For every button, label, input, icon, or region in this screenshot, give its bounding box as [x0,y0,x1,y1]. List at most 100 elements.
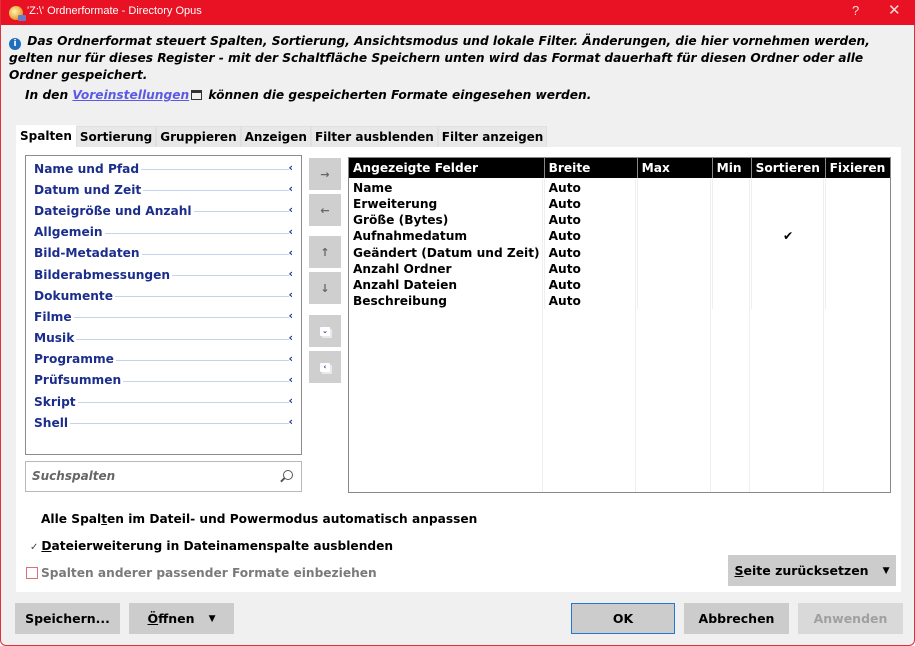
open-button[interactable]: Öffnen ▼ [129,603,234,634]
field-group-label: Datum und Zeit [34,182,144,197]
cell-min [711,244,752,261]
field-group-label: Bilderabmessungen [34,267,173,282]
header-min[interactable]: Min [711,158,752,178]
chevron-left-icon[interactable]: ‹ [288,331,293,344]
column-rule [823,179,824,492]
search-icon[interactable] [283,470,293,480]
header-max[interactable]: Max [636,158,713,178]
preferences-link[interactable]: Voreinstellungen [72,88,189,102]
chevron-left-icon[interactable]: ‹ [288,352,293,365]
grid-row[interactable]: Größe (Bytes) Auto [349,212,890,229]
option-mnemonic: D [41,539,52,553]
cell-sort [750,260,826,277]
checkbox[interactable] [26,567,38,579]
field-group[interactable]: Dateigröße und Anzahl ‹ [26,200,301,221]
field-group-label: Dokumente [34,288,116,303]
move-down-button[interactable]: ↓ [309,272,341,304]
field-group[interactable]: Skript ‹ [26,391,301,412]
search-input[interactable] [32,469,272,483]
header-sort[interactable]: Sortieren [750,158,826,178]
displayed-fields-grid[interactable]: Angezeigte Felder Breite Max Min Sortier… [348,157,891,493]
field-group[interactable]: Prüfsummen ‹ [26,370,301,391]
cell-max [636,228,713,245]
cell-fix [824,260,890,277]
chevron-left-icon[interactable]: ‹ [288,394,293,407]
tab-sortierung[interactable]: Sortierung [75,126,157,147]
title-bar[interactable]: 'Z:\' Ordnerformate - Directory Opus ? ✕ [1,0,915,25]
cell-max [636,212,713,229]
cell-max [636,196,713,213]
header-width[interactable]: Breite [543,158,638,178]
chevron-left-icon[interactable]: ‹ [288,182,293,195]
grid-row[interactable]: Anzahl Dateien Auto [349,276,890,294]
field-group[interactable]: Datum und Zeit ‹ [26,179,301,200]
chevron-left-icon[interactable]: ‹ [288,203,293,216]
chevron-left-icon[interactable]: ‹ [288,267,293,280]
chevron-left-icon[interactable]: ‹ [288,309,293,322]
remove-field-button[interactable]: ← [309,194,341,226]
reset-page-button[interactable]: Seite zurücksetzen ▼ [728,555,896,586]
cancel-button[interactable]: Abbrechen [684,603,789,634]
save-button[interactable]: Speichern... [15,603,120,634]
field-group[interactable]: Bild-Metadaten ‹ [26,243,301,264]
tab-filter-ausblenden[interactable]: Filter ausblenden [310,126,438,147]
grid-row[interactable]: Aufnahmedatum Auto ✔ [349,228,890,245]
cell-sort [750,178,826,196]
chevron-left-icon[interactable]: ‹ [288,246,293,259]
grid-row[interactable]: Name Auto [349,178,890,196]
tab-gruppieren[interactable]: Gruppieren [156,126,241,147]
column-search[interactable] [25,461,302,492]
hint-suffix: können die gespeicherten Formate eingese… [208,88,592,102]
tab-filter-anzeigen[interactable]: Filter anzeigen [437,126,548,147]
chevron-left-icon[interactable]: ‹ [288,288,293,301]
field-group[interactable]: Programme ‹ [26,349,301,370]
field-group-label: Dateigröße und Anzahl [34,203,194,218]
cell-max [636,276,713,294]
field-group[interactable]: Allgemein ‹ [26,222,301,243]
chevron-left-icon[interactable]: ‹ [288,161,293,174]
chevron-left-icon[interactable]: ‹ [288,415,293,428]
cell-sort [750,196,826,213]
header-fields[interactable]: Angezeigte Felder [349,158,545,178]
dropdown-caret-icon: ▼ [208,613,216,624]
chevron-left-icon[interactable]: ‹ [288,225,293,238]
close-button[interactable]: ✕ [888,1,901,19]
cell-fix [824,212,890,229]
collapse-all-button[interactable]: ‹ [309,351,341,383]
apply-button[interactable]: Anwenden [798,603,903,634]
hide-extension-option[interactable]: ✓ Dateierweiterung in Dateinamenspalte au… [30,539,393,553]
divider [172,275,289,277]
field-group[interactable]: Filme ‹ [26,306,301,327]
field-group[interactable]: Dokumente ‹ [26,285,301,306]
include-other-formats-option[interactable]: Spalten anderer passender Formate einbez… [26,566,377,580]
collapse-icon: ‹ [320,362,330,372]
cell-fix [824,196,890,213]
available-fields-list[interactable]: Name und Pfad ‹ Datum und Zeit ‹ Dateigröße … [25,155,302,455]
info-description: Das Ordnerformat steuert Spalten, Sortie… [9,34,870,82]
field-group[interactable]: Bilderabmessungen ‹ [26,264,301,285]
ok-button[interactable]: OK [571,603,675,634]
dialog-window: 'Z:\' Ordnerformate - Directory Opus ? ✕… [0,0,915,646]
field-group[interactable]: Shell ‹ [26,412,301,433]
chevron-left-icon[interactable]: ‹ [288,373,293,386]
divider [76,338,289,340]
grid-row[interactable]: Anzahl Ordner Auto [349,260,890,277]
grid-row[interactable]: Erweiterung Auto [349,196,890,213]
grid-row[interactable]: Beschreibung Auto [349,293,890,310]
field-group[interactable]: Name und Pfad ‹ [26,158,301,179]
field-group-label: Filme [34,309,74,324]
expand-all-button[interactable]: ⌄ [309,315,341,347]
grid-row[interactable]: Geändert (Datum und Zeit) Auto [349,244,890,261]
auto-fit-columns-option[interactable]: Alle Spalten im Dateil- und Powermodus a… [41,512,477,526]
header-fix[interactable]: Fixieren [824,158,890,178]
button-mnemonic: Ö [147,611,159,626]
add-field-button[interactable]: → [309,158,341,190]
field-group[interactable]: Musik ‹ [26,328,301,349]
move-up-button[interactable]: ↑ [309,236,341,268]
cell-max [636,178,713,196]
help-button[interactable]: ? [852,3,859,18]
tab-anzeigen[interactable]: Anzeigen [240,126,311,147]
preferences-hint: In den Voreinstellungen können die gespe… [25,88,591,102]
tab-spalten[interactable]: Spalten [16,125,76,148]
button-label: eite zurücksetzen [743,563,869,578]
